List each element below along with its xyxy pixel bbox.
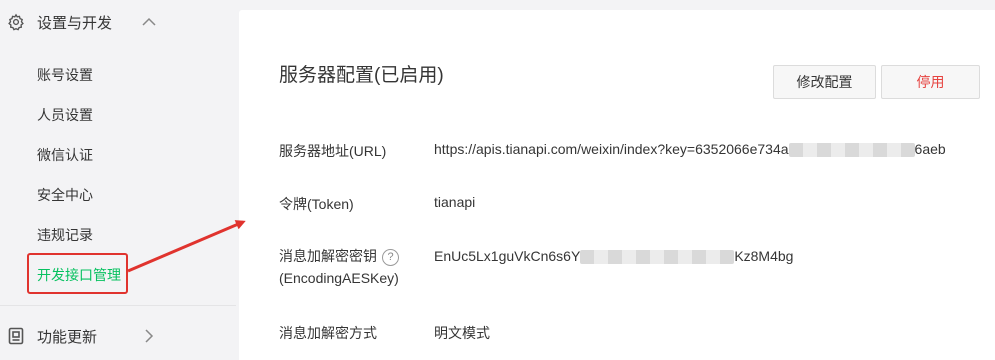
url-value: https://apis.tianapi.com/weixin/index?ke…: [434, 141, 946, 158]
sidebar-item-account-settings[interactable]: 账号设置: [37, 64, 93, 86]
aes-key-value-suffix: Kz8M4bg: [734, 248, 794, 264]
sidebar-section-settings-dev[interactable]: 设置与开发: [0, 2, 236, 42]
sidebar-item-wechat-verification[interactable]: 微信认证: [37, 144, 93, 166]
url-label: 服务器地址(URL): [279, 143, 387, 159]
sidebar-section-feature-updates[interactable]: 功能更新: [0, 316, 236, 356]
page-title: 服务器配置(已启用): [279, 65, 444, 86]
update-icon: [6, 326, 26, 346]
annotation-highlight-box: [27, 253, 128, 294]
aes-key-label-line1: 消息加解密密钥: [279, 248, 377, 264]
aes-key-value-prefix: EnUc5Lx1guVkCn6s6Y: [434, 248, 581, 264]
chevron-right-icon: [140, 327, 158, 345]
server-config-panel: 服务器配置(已启用) 修改配置 停用 服务器地址(URL) https://ap…: [239, 10, 995, 360]
sidebar-item-staff-settings[interactable]: 人员设置: [37, 104, 93, 126]
url-value-suffix: 6aeb: [914, 141, 946, 157]
sidebar-divider: [0, 305, 236, 306]
sidebar-item-violation-records[interactable]: 违规记录: [37, 224, 93, 246]
encryption-mode-label: 消息加解密方式: [279, 325, 377, 341]
chevron-up-icon: [140, 13, 158, 31]
aes-key-label-line2: (EncodingAESKey): [279, 270, 399, 286]
gear-icon: [6, 12, 26, 32]
sidebar: 设置与开发 账号设置 人员设置 微信认证 安全中心 违规记录 开发接口管理 功能…: [0, 0, 236, 360]
aes-key-label: 消息加解密密钥?: [279, 246, 399, 266]
question-circle-icon[interactable]: ?: [382, 248, 399, 266]
token-label: 令牌(Token): [279, 196, 354, 212]
edit-config-button[interactable]: 修改配置: [773, 65, 876, 99]
token-value: tianapi: [434, 194, 476, 210]
url-value-prefix: https://apis.tianapi.com/weixin/index?ke…: [434, 141, 789, 157]
redacted-blur: [580, 250, 735, 265]
disable-button[interactable]: 停用: [881, 65, 980, 99]
sidebar-section-label: 设置与开发: [37, 14, 113, 32]
redacted-blur: [788, 143, 915, 158]
aes-key-value: EnUc5Lx1guVkCn6s6Y Kz8M4bg: [434, 248, 794, 265]
sidebar-item-security-center[interactable]: 安全中心: [37, 184, 93, 206]
encryption-mode-value: 明文模式: [434, 325, 490, 341]
sidebar-section-label: 功能更新: [37, 328, 98, 346]
